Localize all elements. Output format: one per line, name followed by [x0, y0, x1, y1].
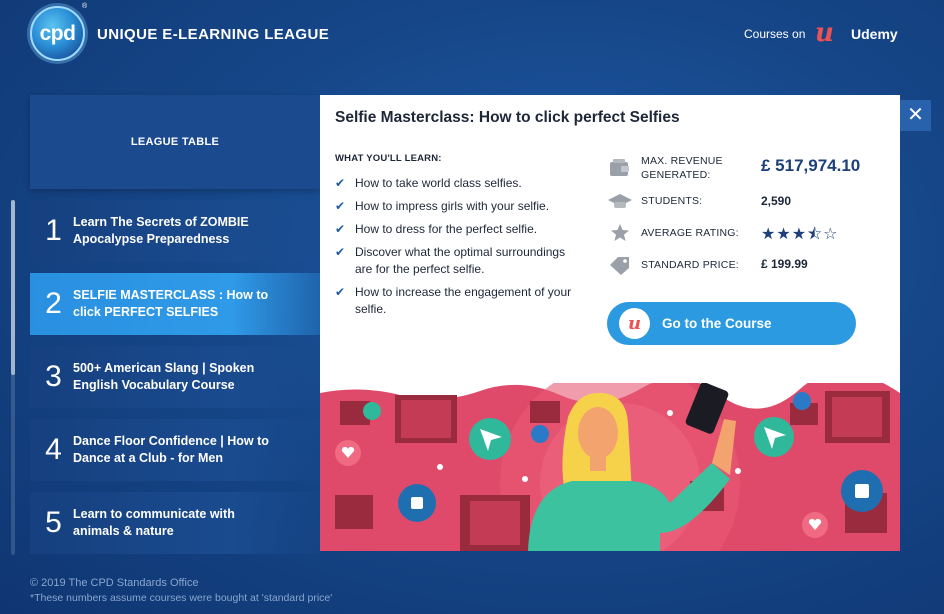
learn-item: ✔ Discover what the optimal surroundings … [335, 244, 585, 278]
sidebar-scrollbar-thumb[interactable] [11, 200, 15, 375]
course-title: Dance Floor Confidence | How to Dance at… [73, 434, 269, 465]
learn-item: ✔ How to increase the engagement of your … [335, 284, 585, 318]
revenue-value: £ 517,974.10 [761, 156, 861, 175]
close-icon: ✕ [907, 104, 924, 126]
rank-number: 1 [45, 214, 62, 247]
cpd-logo-text: cpd [39, 21, 76, 45]
learn-list: ✔ How to take world class selfies. ✔ How t… [335, 175, 585, 324]
check-icon: ✔ [335, 285, 346, 299]
go-to-course-button[interactable]: u Go to the Course [607, 302, 856, 345]
footer-note: *These numbers assume courses were bough… [30, 592, 333, 604]
league-table-button[interactable]: LEAGUE TABLE [30, 95, 320, 189]
rank-number: 4 [45, 433, 62, 466]
modal-title: Selfie Masterclass: How to click perfect… [335, 109, 680, 126]
rank-number: 2 [45, 287, 62, 320]
revenue-label: MAX. REVENUE GENERATED: [641, 155, 723, 181]
students-value: 2,590 [761, 194, 792, 208]
stat-price: STANDARD PRICE: £ 199.99 [607, 255, 808, 275]
course-title: Learn The Secrets of ZOMBIE Apocalypse P… [73, 215, 249, 246]
graduation-cap-icon [608, 194, 632, 208]
stat-rating: AVERAGE RATING: ★★★⯪☆ [607, 223, 838, 243]
wallet-icon [610, 159, 629, 176]
league-item-1[interactable]: 1 Learn The Secrets of ZOMBIE Apocalypse… [30, 200, 320, 262]
learn-item-text: How to take world class selfies. [355, 176, 522, 190]
rank-number: 3 [45, 360, 62, 393]
course-detail-modal: Selfie Masterclass: How to click perfect… [320, 95, 900, 551]
league-item-2[interactable]: 2 SELFIE MASTERCLASS : How to click PERF… [30, 273, 320, 335]
learn-item-text: How to impress girls with your selfie. [355, 199, 550, 213]
students-label: STUDENTS: [641, 195, 703, 207]
close-button[interactable]: ✕ [900, 100, 931, 131]
star-icon [611, 224, 629, 241]
learn-heading: WHAT YOU'LL LEARN: [335, 153, 442, 164]
price-value: £ 199.99 [761, 257, 808, 271]
learn-item-text: How to increase the engagement of your s… [355, 285, 572, 316]
course-title: Learn to communicate with animals & natu… [73, 507, 235, 538]
rating-stars: ★★★⯪☆ [761, 226, 839, 243]
price-label: STANDARD PRICE: [641, 259, 739, 271]
learn-item: ✔ How to dress for the perfect selfie. [335, 221, 585, 238]
registered-mark: ® [82, 3, 88, 10]
league-item-5[interactable]: 5 Learn to communicate with animals & na… [30, 492, 320, 554]
udemy-badge-icon: u [619, 308, 650, 339]
learn-item-text: How to dress for the perfect selfie. [355, 222, 538, 236]
check-icon: ✔ [335, 176, 346, 190]
learn-item-text: Discover what the optimal surroundings a… [355, 245, 566, 276]
learn-item: ✔ How to impress girls with your selfie. [335, 198, 585, 215]
price-tag-icon [610, 257, 629, 275]
selfie-illustration [320, 383, 900, 551]
check-icon: ✔ [335, 199, 346, 213]
header: cpd ® UNIQUE E-LEARNING LEAGUE Courses o… [0, 0, 944, 70]
courses-on-label: Courses on [744, 27, 806, 41]
rating-label: AVERAGE RATING: [641, 227, 739, 239]
league-item-3[interactable]: 3 500+ American Slang | Spoken English V… [30, 346, 320, 408]
check-icon: ✔ [335, 222, 346, 236]
check-icon: ✔ [335, 245, 346, 259]
league-table-label: LEAGUE TABLE [130, 136, 220, 148]
udemy-logo-text[interactable]: Udemy [851, 26, 898, 42]
footer-copyright: © 2019 The CPD Standards Office [30, 577, 199, 589]
stat-revenue: MAX. REVENUE GENERATED: £ 517,974.10 [607, 153, 860, 183]
cpd-logo[interactable]: cpd [30, 6, 85, 61]
stat-students: STUDENTS: 2,590 [607, 191, 791, 211]
udemy-logo-icon[interactable]: u [815, 20, 834, 46]
course-title: SELFIE MASTERCLASS : How to click PERFEC… [73, 288, 269, 319]
course-title: 500+ American Slang | Spoken English Voc… [73, 361, 255, 392]
app-title: UNIQUE E-LEARNING LEAGUE [97, 26, 330, 43]
go-to-course-label: Go to the Course [662, 316, 772, 331]
league-item-4[interactable]: 4 Dance Floor Confidence | How to Dance … [30, 419, 320, 481]
learn-item: ✔ How to take world class selfies. [335, 175, 585, 192]
rank-number: 5 [45, 506, 62, 539]
